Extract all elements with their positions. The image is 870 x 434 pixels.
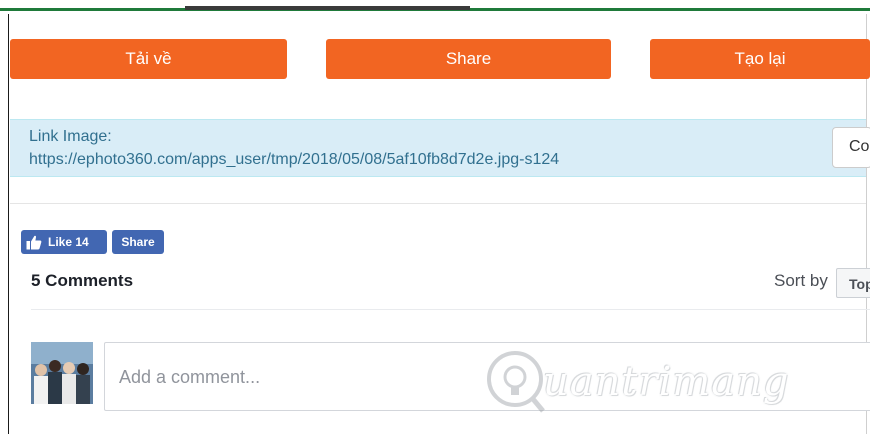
facebook-like-button[interactable]: Like 14 (21, 230, 107, 254)
sort-by-select[interactable]: Top (836, 268, 870, 298)
download-button[interactable]: Tải về (10, 39, 287, 79)
sort-by-label: Sort by (774, 271, 828, 290)
image-shadow (185, 6, 470, 10)
watermark-logo: uantrimang (485, 345, 815, 417)
like-count-label: Like 14 (48, 235, 89, 249)
left-border (8, 14, 9, 434)
link-image-label: Link Image: (29, 128, 112, 145)
top-image-edge (0, 0, 870, 14)
share-button[interactable]: Share (326, 39, 611, 79)
lightbulb-icon (487, 351, 545, 413)
watermark-text: uantrimang (543, 359, 790, 405)
avatar-image (31, 342, 93, 404)
link-image-url[interactable]: https://ephoto360.com/apps_user/tmp/2018… (29, 151, 559, 169)
facebook-share-button[interactable]: Share (112, 230, 164, 254)
comments-divider (31, 309, 870, 310)
recreate-button[interactable]: Tạo lại (650, 39, 870, 79)
link-image-box: Link Image: https://ephoto360.com/apps_u… (10, 119, 866, 177)
thumbs-up-icon (26, 235, 42, 249)
user-avatar (31, 342, 93, 404)
comment-input-placeholder: Add a comment... (119, 367, 261, 387)
copy-link-button[interactable]: Copy (832, 127, 870, 168)
section-divider (10, 203, 866, 204)
comments-count: 5 Comments (31, 271, 134, 290)
